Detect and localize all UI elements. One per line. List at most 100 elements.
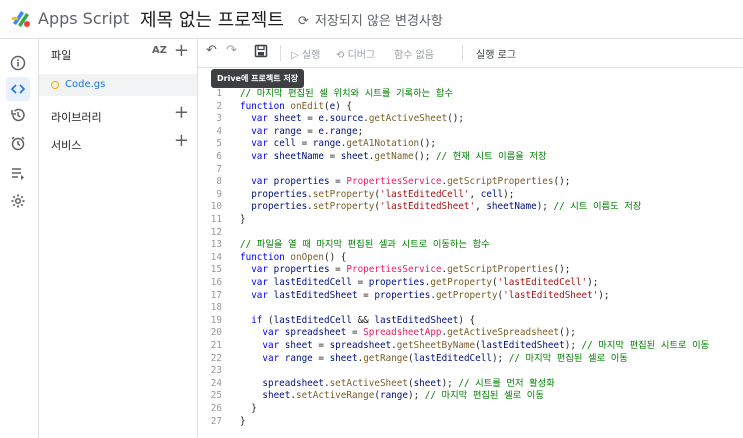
code-token: function (240, 100, 291, 112)
code-token: getName (374, 151, 414, 162)
code-token: // 마지막 편집된 셀로 이동 (508, 352, 628, 364)
code-token: getRange (363, 352, 408, 364)
code-line[interactable]: 10 properties.setProperty('lastEditedShe… (198, 200, 743, 213)
code-token: ) { (335, 100, 352, 112)
code-text: function onOpen() { (240, 251, 346, 264)
redo-icon[interactable]: ↷ (226, 43, 237, 58)
code-line[interactable]: 2 function onEdit(e) { (198, 100, 743, 113)
save-button[interactable] (254, 44, 268, 61)
libraries-label: 라이브러리 (51, 111, 102, 124)
code-line[interactable]: 14 function onOpen() { (198, 251, 743, 264)
code-text: var sheet = spreadsheet.getSheetByName(l… (240, 339, 709, 352)
line-number: 2 (216, 100, 222, 112)
add-library-icon[interactable]: + (174, 104, 189, 122)
code-token: = (351, 277, 369, 288)
code-token: properties (273, 264, 330, 276)
libraries-header: 라이브러리 + (39, 101, 197, 129)
code-text: var properties = PropertiesService.getSc… (240, 175, 570, 188)
code-token: } (240, 415, 246, 427)
code-text: var properties = PropertiesService.getSc… (240, 263, 570, 276)
code-token: var (240, 277, 274, 288)
code-line[interactable]: 13 // 파일을 열 때 마지막 편집된 셀과 시트로 이동하는 함수 (198, 238, 743, 251)
line-number: 7 (216, 163, 222, 175)
code-line[interactable]: 4 var range = e.range; (198, 125, 743, 138)
code-line[interactable]: 18 (198, 301, 743, 314)
code-token: sheet (273, 113, 302, 125)
code-text: var lastEditedSheet = properties.getProp… (240, 289, 610, 302)
overview-button[interactable] (6, 51, 30, 75)
code-line[interactable]: 3 var sheet = e.source.getActiveSheet(); (198, 112, 743, 125)
code-token: getSheetByName (396, 340, 476, 351)
code-token: // 파일을 열 때 마지막 편집된 셀과 시트로 이동하는 함수 (240, 239, 490, 251)
code-token: ); (441, 377, 459, 389)
code-line[interactable]: 12 (198, 226, 743, 239)
code-token: getActiveSpreadsheet (447, 327, 560, 339)
services-header: 서비스 + (39, 129, 197, 157)
code-token: // 마지막 편집된 셀로 이동 (424, 390, 544, 402)
file-item-code-gs[interactable]: Code.gs (39, 74, 197, 96)
code-line[interactable]: 26 } (198, 402, 743, 415)
code-token: var (240, 125, 274, 137)
code-line[interactable]: 8 var properties = PropertiesService.get… (198, 175, 743, 188)
run-button[interactable]: ▷ 실행 (291, 46, 320, 61)
code-token: } (240, 214, 246, 225)
code-token: var (240, 113, 274, 125)
sort-az-icon[interactable]: AZ (152, 45, 167, 56)
code-line[interactable]: 9 properties.setProperty('lastEditedCell… (198, 188, 743, 201)
debug-button[interactable]: ⟲ 디버그 (336, 46, 375, 61)
triggers-button[interactable] (6, 131, 30, 155)
code-token: var (240, 138, 274, 150)
code-line[interactable]: 17 var lastEditedSheet = properties.getP… (198, 289, 743, 302)
code-line[interactable]: 23 (198, 364, 743, 377)
code-line[interactable]: 6 var sheetName = sheet.getName(); // 현재… (198, 150, 743, 163)
executions-icon (12, 168, 24, 180)
code-token: if (240, 314, 268, 326)
code-token: source (329, 113, 364, 125)
line-number: 18 (210, 302, 222, 314)
code-line[interactable]: 21 var sheet = spreadsheet.getSheetByNam… (198, 339, 743, 352)
code-token: = (312, 352, 330, 364)
code-line[interactable]: 16 var lastEditedCell = properties.getPr… (198, 276, 743, 289)
code-token: ); (598, 289, 610, 301)
undo-icon[interactable]: ↶ (206, 43, 217, 58)
save-tooltip: Drive에 프로젝트 저장 (211, 69, 305, 88)
run-icon: ▷ (291, 50, 302, 61)
project-title[interactable]: 제목 없는 프로젝트 (140, 6, 284, 32)
code-text: sheet.setActiveRange(range); // 마지막 편집된 … (240, 389, 544, 402)
editor-button[interactable] (6, 77, 30, 101)
line-number: 3 (216, 113, 222, 125)
code-editor[interactable]: 1 // 마지막 편집된 셀 위치와 시트를 기록하는 함수 2 function o… (198, 84, 743, 438)
code-token: 'lastEditedCell' (379, 188, 470, 200)
execution-log-button[interactable]: 실행 로그 (476, 46, 516, 61)
code-line[interactable]: 24 spreadsheet.setActiveSheet(sheet); //… (198, 377, 743, 390)
add-file-icon[interactable]: + (174, 42, 189, 60)
code-line[interactable]: 27} (198, 415, 743, 428)
add-service-icon[interactable]: + (174, 132, 189, 150)
code-token: = (329, 264, 347, 276)
code-line[interactable]: 1 // 마지막 편집된 셀 위치와 시트를 기록하는 함수 (198, 87, 743, 100)
apps-script-logo-icon[interactable] (10, 7, 32, 29)
code-token: (); (559, 327, 576, 339)
code-token: sheetName (273, 151, 324, 162)
code-token: properties (368, 277, 425, 288)
code-line[interactable]: 19 if (lastEditedCell && lastEditedSheet… (198, 314, 743, 327)
code-line[interactable]: 5 var cell = range.getA1Notation(); (198, 137, 743, 150)
code-line[interactable]: 22 var range = sheet.getRange(lastEdited… (198, 352, 743, 365)
debug-icon: ⟲ (336, 50, 348, 61)
code-line[interactable]: 20 var spreadsheet = SpreadsheetApp.getA… (198, 326, 743, 339)
code-line[interactable]: 25 sheet.setActiveRange(range); // 마지막 편… (198, 389, 743, 402)
versions-button[interactable] (6, 103, 30, 127)
code-token: getScriptProperties (447, 176, 554, 188)
code-line[interactable]: 11} (198, 213, 743, 226)
code-line[interactable]: 15 var properties = PropertiesService.ge… (198, 263, 743, 276)
code-text: var lastEditedCell = properties.getPrope… (240, 276, 598, 289)
code-line[interactable]: 7 (198, 163, 743, 176)
code-text: var range = e.range; (240, 125, 363, 138)
code-token: PropertiesService (346, 176, 442, 188)
code-token: ) { (458, 314, 476, 326)
executions-button[interactable] (6, 161, 30, 185)
function-select[interactable]: 함수 없음 (394, 46, 434, 61)
settings-icon (11, 194, 25, 208)
services-label: 서비스 (51, 139, 82, 152)
settings-button[interactable] (6, 189, 30, 213)
